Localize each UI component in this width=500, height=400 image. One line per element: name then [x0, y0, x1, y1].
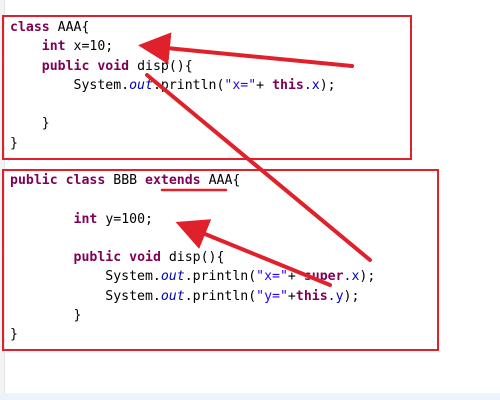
concat-operator: + — [256, 77, 273, 93]
editor-bottom-edge — [0, 393, 500, 400]
string-literal: "x=" — [224, 77, 257, 93]
field-access-x: .x — [343, 269, 360, 285]
system-ref: System. — [105, 269, 161, 285]
println-call: .println( — [152, 77, 225, 93]
class-bbb-highlight-box: public class BBB extends AAA{ int y=100;… — [2, 169, 439, 351]
statement-end: ); — [343, 288, 360, 304]
keyword-public: public — [73, 250, 122, 266]
class-name: AAA{ — [57, 20, 90, 35]
class-name: BBB — [113, 173, 138, 188]
system-ref: System. — [105, 288, 161, 304]
class-close-brace: } — [10, 327, 18, 343]
out-ref: out — [160, 269, 185, 285]
keyword-void: void — [129, 250, 161, 266]
println-call: .println( — [184, 269, 257, 285]
out-ref: out — [160, 288, 185, 304]
statement-end: ); — [359, 269, 376, 285]
string-literal: "x=" — [256, 269, 288, 285]
keyword-this: this — [295, 288, 328, 304]
keyword-extends: extends — [145, 173, 201, 188]
system-ref: System. — [73, 77, 130, 93]
class-aaa-code: class AAA{ int x=10; public void disp(){… — [10, 18, 336, 153]
keyword-super: super — [303, 269, 344, 285]
field-access-x: .x — [303, 77, 320, 93]
method-signature: disp(){ — [168, 250, 225, 266]
keyword-int: int — [41, 39, 66, 55]
keyword-class: class — [65, 173, 106, 188]
keyword-this: this — [272, 77, 304, 93]
method-signature: disp(){ — [137, 58, 193, 74]
method-close-brace: } — [41, 116, 50, 132]
class-close-brace: } — [10, 135, 18, 151]
keyword-public: public — [41, 58, 90, 74]
concat-operator: + — [287, 288, 296, 304]
method-close-brace: } — [73, 308, 82, 324]
class-aaa-highlight-box: class AAA{ int x=10; public void disp(){… — [2, 15, 412, 160]
string-literal: "y=" — [256, 288, 288, 304]
class-bbb-code: public class BBB extends AAA{ int y=100;… — [10, 171, 375, 345]
println-call: .println( — [184, 288, 257, 304]
keyword-public: public — [10, 173, 58, 188]
keyword-int: int — [73, 211, 98, 227]
keyword-class: class — [10, 20, 50, 35]
keyword-void: void — [97, 58, 130, 74]
field-declaration: y=100; — [105, 211, 153, 227]
field-access-y: .y — [327, 288, 344, 304]
concat-operator: + — [287, 269, 304, 285]
field-declaration: x=10; — [73, 39, 114, 55]
parent-class-name: AAA{ — [208, 173, 241, 188]
out-ref: out — [129, 77, 153, 93]
statement-end: ); — [319, 77, 336, 93]
